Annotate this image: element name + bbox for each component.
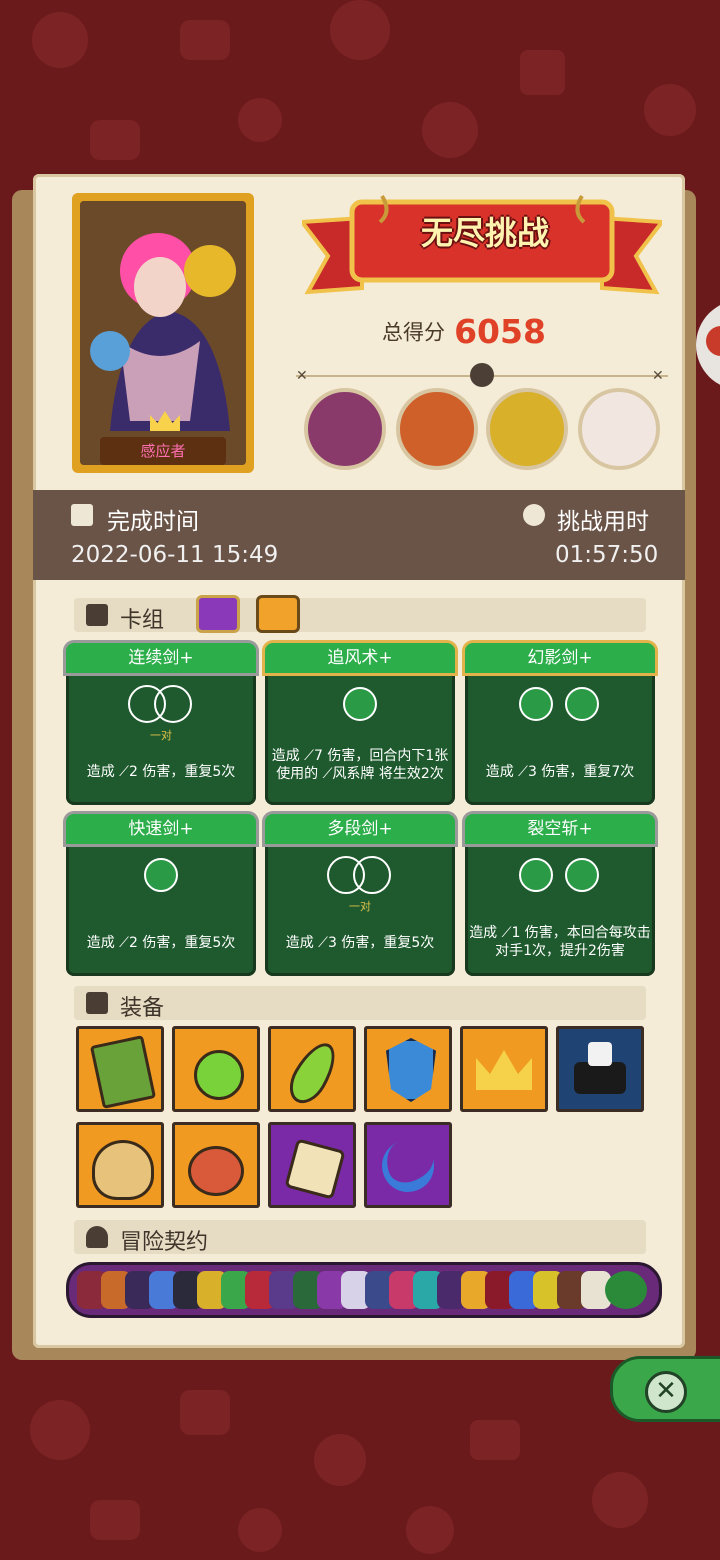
equipment-slot-book[interactable] <box>76 1026 164 1112</box>
deck-title: 卡组 <box>120 608 165 633</box>
wind-orb-icon <box>144 858 178 892</box>
bird-icon <box>706 326 720 356</box>
boss-avatar-4[interactable] <box>578 388 660 470</box>
card-1[interactable]: 连续剑+ 一对 造成 ⟋2 伤害，重复5次 <box>66 643 256 805</box>
stopwatch-icon <box>523 504 545 526</box>
potion-icon <box>194 1050 244 1100</box>
contracts-strip[interactable] <box>66 1262 662 1318</box>
box-icon <box>86 992 108 1014</box>
card-6[interactable]: 裂空斩+ 造成 ⟋1 伤害，本回合每攻击对手1次，提升2伤害 <box>465 814 655 976</box>
money-bag-icon <box>92 1140 154 1200</box>
hero-portrait[interactable]: 感应者 <box>72 193 254 473</box>
crown-icon <box>476 1050 532 1090</box>
wind-orb-icon <box>519 858 553 892</box>
equipment-slot-shield[interactable] <box>364 1026 452 1112</box>
boss-avatar-3[interactable] <box>486 388 568 470</box>
equipment-slot-potion[interactable] <box>172 1026 260 1112</box>
hero-name: 感应者 <box>100 437 226 465</box>
contract-icon <box>86 1226 108 1248</box>
equipment-slot-money-bag[interactable] <box>76 1122 164 1208</box>
card-title: 快速剑+ <box>66 814 256 844</box>
shield-gem-icon <box>386 1038 436 1102</box>
card-description: 造成 ⟋2 伤害，重复5次 <box>86 764 236 780</box>
duration-value: 01:57:50 <box>555 542 659 568</box>
equipment-slot-moon-blade[interactable] <box>364 1122 452 1208</box>
deck-filter-gold-button[interactable] <box>256 595 300 633</box>
wind-orb-icon <box>565 687 599 721</box>
card-description: 造成 ⟋7 伤害，回合内下1张使用的 ⟋风系牌 将生效2次 <box>271 748 449 782</box>
equipment-header: 装备 <box>74 986 646 1021</box>
time-bar: 完成时间 2022-06-11 15:49 挑战用时 01:57:50 <box>33 490 685 580</box>
contracts-title: 冒险契约 <box>120 1230 209 1255</box>
equipment-slot-spiked-dice[interactable] <box>268 1122 356 1208</box>
card-tag: 一对 <box>349 900 371 913</box>
book-icon <box>89 1035 157 1109</box>
equipment-title: 装备 <box>120 996 165 1021</box>
card-title: 连续剑+ <box>66 643 256 673</box>
score-row: 总得分 6058 <box>382 312 546 352</box>
finish-time-value: 2022-06-11 15:49 <box>71 542 279 568</box>
card-description: 造成 ⟋2 伤害，重复5次 <box>86 935 236 951</box>
wind-orb-icon <box>519 687 553 721</box>
spiked-dice-icon <box>284 1138 346 1200</box>
duration-label: 挑战用时 <box>557 509 649 535</box>
equipment-slot-feather[interactable] <box>268 1026 356 1112</box>
wind-orb-icon <box>565 858 599 892</box>
orb-empty-icon <box>353 856 391 894</box>
crossed-swords-right-icon: ✕ <box>652 368 664 384</box>
boss-avatar-1[interactable] <box>304 388 386 470</box>
boss-avatar-2[interactable] <box>396 388 478 470</box>
moon-blade-icon <box>374 1132 442 1200</box>
equipment-slot-crown[interactable] <box>460 1026 548 1112</box>
card-title: 多段剑+ <box>265 814 455 844</box>
card-tag: 一对 <box>150 729 172 742</box>
card-title: 追风术+ <box>265 643 455 673</box>
skull-icon <box>470 363 494 387</box>
crossed-swords-left-icon: ✕ <box>296 368 308 384</box>
close-icon: ✕ <box>645 1371 687 1413</box>
card-description: 造成 ⟋1 伤害，本回合每攻击对手1次，提升2伤害 <box>469 925 651 959</box>
card-5[interactable]: 多段剑+ 一对 造成 ⟋3 伤害，重复5次 <box>265 814 455 976</box>
calendar-icon <box>71 504 93 526</box>
wind-orb-icon <box>343 687 377 721</box>
card-2[interactable]: 追风术+ 造成 ⟋7 伤害，回合内下1张使用的 ⟋风系牌 将生效2次 <box>265 643 455 805</box>
cards-icon <box>86 604 108 626</box>
card-title: 幻影剑+ <box>465 643 655 673</box>
deck-filter-purple-button[interactable] <box>196 595 240 633</box>
close-button[interactable]: ✕ <box>610 1356 720 1422</box>
feather-icon <box>281 1035 345 1111</box>
card-3[interactable]: 幻影剑+ 造成 ⟋3 伤害，重复7次 <box>465 643 655 805</box>
deck-header: 卡组 <box>74 598 646 633</box>
score-label: 总得分 <box>382 320 445 345</box>
card-title: 裂空斩+ <box>465 814 655 844</box>
card-description: 造成 ⟋3 伤害，重复5次 <box>285 935 435 951</box>
score-value: 6058 <box>454 312 546 351</box>
dice-icon <box>588 1042 612 1066</box>
finish-time-label: 完成时间 <box>107 509 199 535</box>
card-4[interactable]: 快速剑+ 造成 ⟋2 伤害，重复5次 <box>66 814 256 976</box>
equipment-slot-meat[interactable] <box>172 1122 260 1208</box>
contracts-header: 冒险契约 <box>74 1220 646 1255</box>
equipment-slot-magic-hat[interactable] <box>556 1026 644 1112</box>
meat-icon <box>188 1146 244 1196</box>
challenge-title: 无尽挑战 <box>420 214 549 252</box>
contract-icon <box>605 1271 647 1309</box>
card-description: 造成 ⟋3 伤害，重复7次 <box>485 764 635 780</box>
magic-hat-dice-icon <box>574 1062 626 1094</box>
orb-empty-icon <box>154 685 192 723</box>
